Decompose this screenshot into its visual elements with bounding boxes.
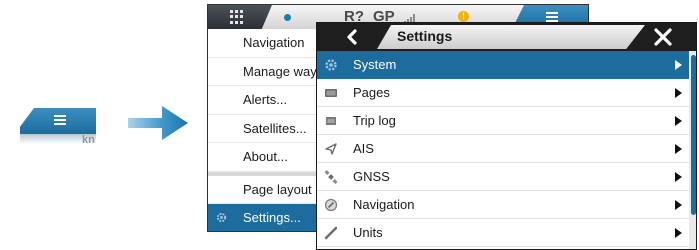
menu-item-label: Page layout	[243, 181, 312, 197]
gear-icon	[325, 59, 337, 71]
menu-item-alerts[interactable]: Alerts...	[208, 86, 320, 115]
pages-icon	[325, 89, 337, 97]
trip-log-icon	[326, 117, 336, 125]
apps-button[interactable]	[208, 5, 272, 29]
ruler-icon	[324, 226, 338, 240]
menu-icon	[546, 12, 558, 22]
menu-button-preview[interactable]: kn	[8, 104, 96, 146]
settings-row-gnss[interactable]: GNSS	[317, 163, 689, 191]
compass-icon	[324, 198, 338, 212]
settings-row-label: Navigation	[353, 197, 415, 212]
arrow-right-icon	[128, 106, 188, 140]
chevron-right-icon	[675, 144, 682, 154]
menu-item-label: Satellites...	[243, 120, 307, 136]
menu-item-label: Alerts...	[243, 92, 288, 107]
settings-row-pages[interactable]: Pages	[317, 79, 689, 107]
menu-item-settings[interactable]: Settings...	[208, 204, 320, 231]
close-icon[interactable]	[653, 27, 673, 47]
menu-item-label: Settings...	[243, 210, 301, 225]
alert-icon[interactable]: !	[458, 11, 469, 22]
grid-icon	[230, 10, 244, 24]
settings-list: System Pages Trip log AIS GNSS Navigatio…	[317, 51, 689, 247]
chevron-right-icon	[675, 116, 682, 126]
menu-item-page-layout[interactable]: Page layout	[208, 175, 320, 204]
settings-row-label: Units	[353, 225, 383, 240]
chevron-right-icon	[675, 88, 682, 98]
menu-icon	[54, 115, 66, 125]
settings-row-label: Trip log	[353, 113, 396, 128]
settings-dialog: Settings System Pages Trip log AIS GNSS …	[316, 22, 697, 250]
chevron-right-icon	[675, 172, 682, 182]
chevron-right-icon	[675, 200, 682, 210]
settings-title: Settings	[397, 28, 453, 44]
settings-row-label: GNSS	[353, 169, 390, 184]
settings-title-bar: Settings	[317, 23, 696, 51]
settings-row-trip-log[interactable]: Trip log	[317, 107, 689, 135]
chevron-right-icon	[675, 60, 682, 70]
button-partial-label: kn	[82, 134, 95, 146]
settings-row-units[interactable]: Units	[317, 219, 689, 247]
settings-row-system[interactable]: System	[317, 51, 689, 79]
menu-item-satellites[interactable]: Satellites...	[208, 114, 320, 143]
settings-row-ais[interactable]: AIS	[317, 135, 689, 163]
gear-icon	[216, 212, 227, 223]
menu-item-about[interactable]: About...	[208, 143, 320, 172]
menu-item-label: Manage waypo	[243, 63, 320, 79]
settings-row-label: System	[353, 57, 397, 72]
settings-row-navigation[interactable]: Navigation	[317, 191, 689, 219]
ais-icon	[325, 143, 337, 155]
menu-item-manage-waypoints[interactable]: Manage waypo	[208, 57, 320, 86]
chevron-right-icon	[675, 228, 682, 238]
settings-row-label: AIS	[353, 141, 374, 156]
scrollbar-thumb[interactable]	[691, 55, 696, 215]
status-dot	[284, 14, 291, 21]
satellite-icon	[324, 170, 338, 184]
chevron-left-icon[interactable]	[317, 23, 385, 51]
menu-item-navigation[interactable]: Navigation	[208, 29, 320, 58]
menu-item-label: Navigation	[243, 35, 305, 50]
scrollbar[interactable]	[689, 51, 696, 249]
menu-item-label: About...	[243, 149, 288, 164]
main-menu: Navigation Manage waypo Alerts... Satell…	[208, 29, 320, 231]
settings-row-label: Pages	[353, 85, 390, 100]
